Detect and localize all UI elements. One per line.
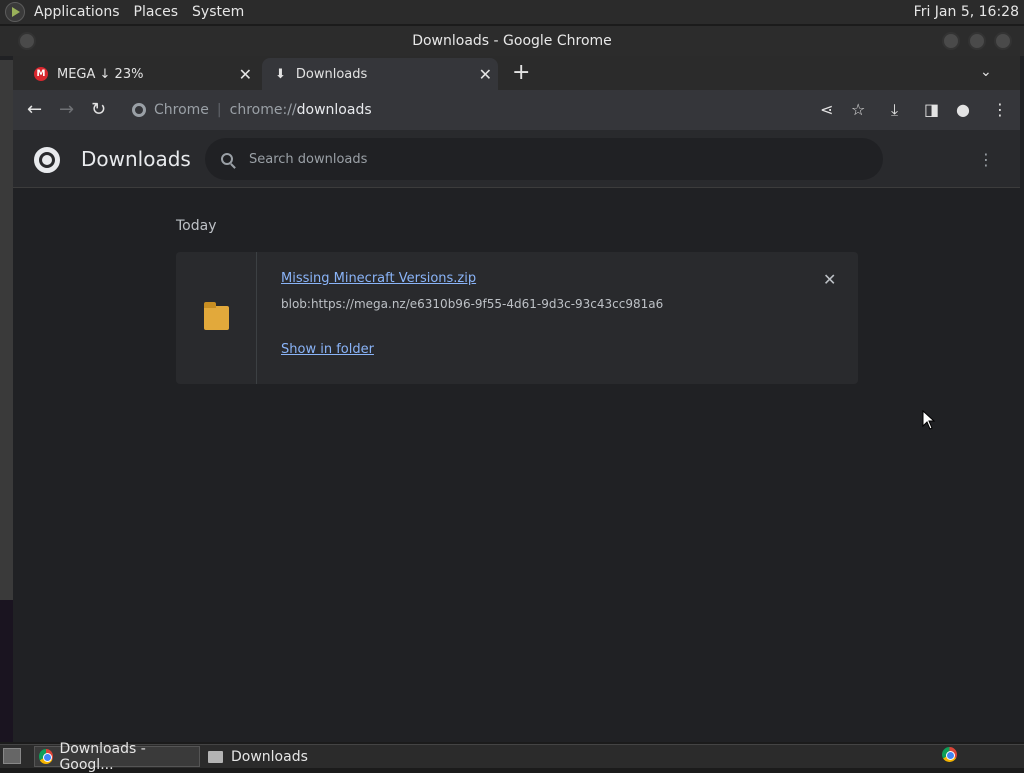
site-label: Chrome xyxy=(154,102,209,118)
back-icon[interactable]: ← xyxy=(27,99,42,120)
close-tab-icon[interactable]: ✕ xyxy=(239,65,252,84)
tray-chrome-icon[interactable] xyxy=(938,747,963,766)
more-options-icon[interactable]: ⋮ xyxy=(978,150,994,169)
menu-places[interactable]: Places xyxy=(134,4,179,20)
download-icon: ⬇ xyxy=(275,66,286,82)
window-title: Downloads - Google Chrome xyxy=(0,26,1024,56)
url-path: downloads xyxy=(296,102,372,118)
section-heading: Today xyxy=(176,218,217,234)
search-icon xyxy=(221,153,233,165)
download-item xyxy=(176,252,858,384)
tab-label: Downloads xyxy=(295,66,368,82)
forward-icon[interactable]: → xyxy=(59,99,74,120)
tab-mega[interactable]: M MEGA ↓ 23% ✕ xyxy=(24,58,258,90)
new-tab-icon[interactable]: + xyxy=(512,60,530,85)
share-icon[interactable]: ⋖ xyxy=(820,100,833,119)
distro-logo-icon[interactable] xyxy=(5,2,25,22)
show-in-folder-link[interactable]: Show in folder xyxy=(281,342,374,357)
close-tab-icon[interactable]: ✕ xyxy=(479,65,492,84)
tab-downloads[interactable]: ⬇ Downloads ✕ xyxy=(262,58,498,90)
remove-download-icon[interactable]: ✕ xyxy=(823,270,836,289)
url-prefix: chrome:// xyxy=(229,102,297,118)
mega-favicon-icon: M xyxy=(34,67,48,81)
page-title: Downloads xyxy=(81,147,191,171)
search-placeholder: Search downloads xyxy=(249,151,368,167)
window-menu-icon[interactable] xyxy=(18,32,36,50)
separator: | xyxy=(216,102,222,118)
minimize-icon[interactable] xyxy=(942,32,960,50)
chrome-logo-icon xyxy=(34,147,60,173)
maximize-icon[interactable] xyxy=(968,32,986,50)
show-desktop-icon[interactable] xyxy=(3,748,21,764)
clock[interactable]: Fri Jan 5, 16:28 xyxy=(914,4,1019,20)
taskbar-item-chrome[interactable]: Downloads - Googl... xyxy=(34,741,200,773)
chevron-down-icon[interactable]: ⌄ xyxy=(980,64,992,80)
tab-label: MEGA ↓ 23% xyxy=(57,66,144,82)
search-input[interactable]: Search downloads xyxy=(205,138,883,180)
profile-icon[interactable]: ● xyxy=(956,100,970,119)
page xyxy=(13,130,1020,742)
file-source-url: blob:https://mega.nz/e6310b96-9f55-4d61-… xyxy=(281,297,664,311)
address-bar[interactable]: Chrome | chrome:// downloads xyxy=(126,95,890,125)
side-panel-icon[interactable]: ◨ xyxy=(924,100,939,119)
menu-applications[interactable]: Applications xyxy=(34,4,120,20)
file-name-link[interactable]: Missing Minecraft Versions.zip xyxy=(281,271,476,286)
star-icon[interactable]: ☆ xyxy=(851,100,865,119)
menu-system[interactable]: System xyxy=(192,4,244,20)
chrome-site-icon xyxy=(132,103,146,117)
taskbar-label: Downloads xyxy=(231,748,308,765)
top-panel: Applications Places System Fri Jan 5, 16… xyxy=(0,0,1024,24)
folder-icon xyxy=(208,750,223,763)
divider xyxy=(256,252,257,384)
zip-file-icon xyxy=(204,302,229,330)
chrome-icon xyxy=(39,749,54,764)
menu-icon[interactable]: ⋮ xyxy=(992,100,1008,119)
downloads-icon[interactable]: ⤓ xyxy=(891,100,898,120)
close-window-icon[interactable] xyxy=(994,32,1012,50)
desktop-background xyxy=(0,600,13,742)
reload-icon[interactable]: ↻ xyxy=(91,99,106,120)
taskbar-item-downloads[interactable]: Downloads xyxy=(204,746,370,767)
